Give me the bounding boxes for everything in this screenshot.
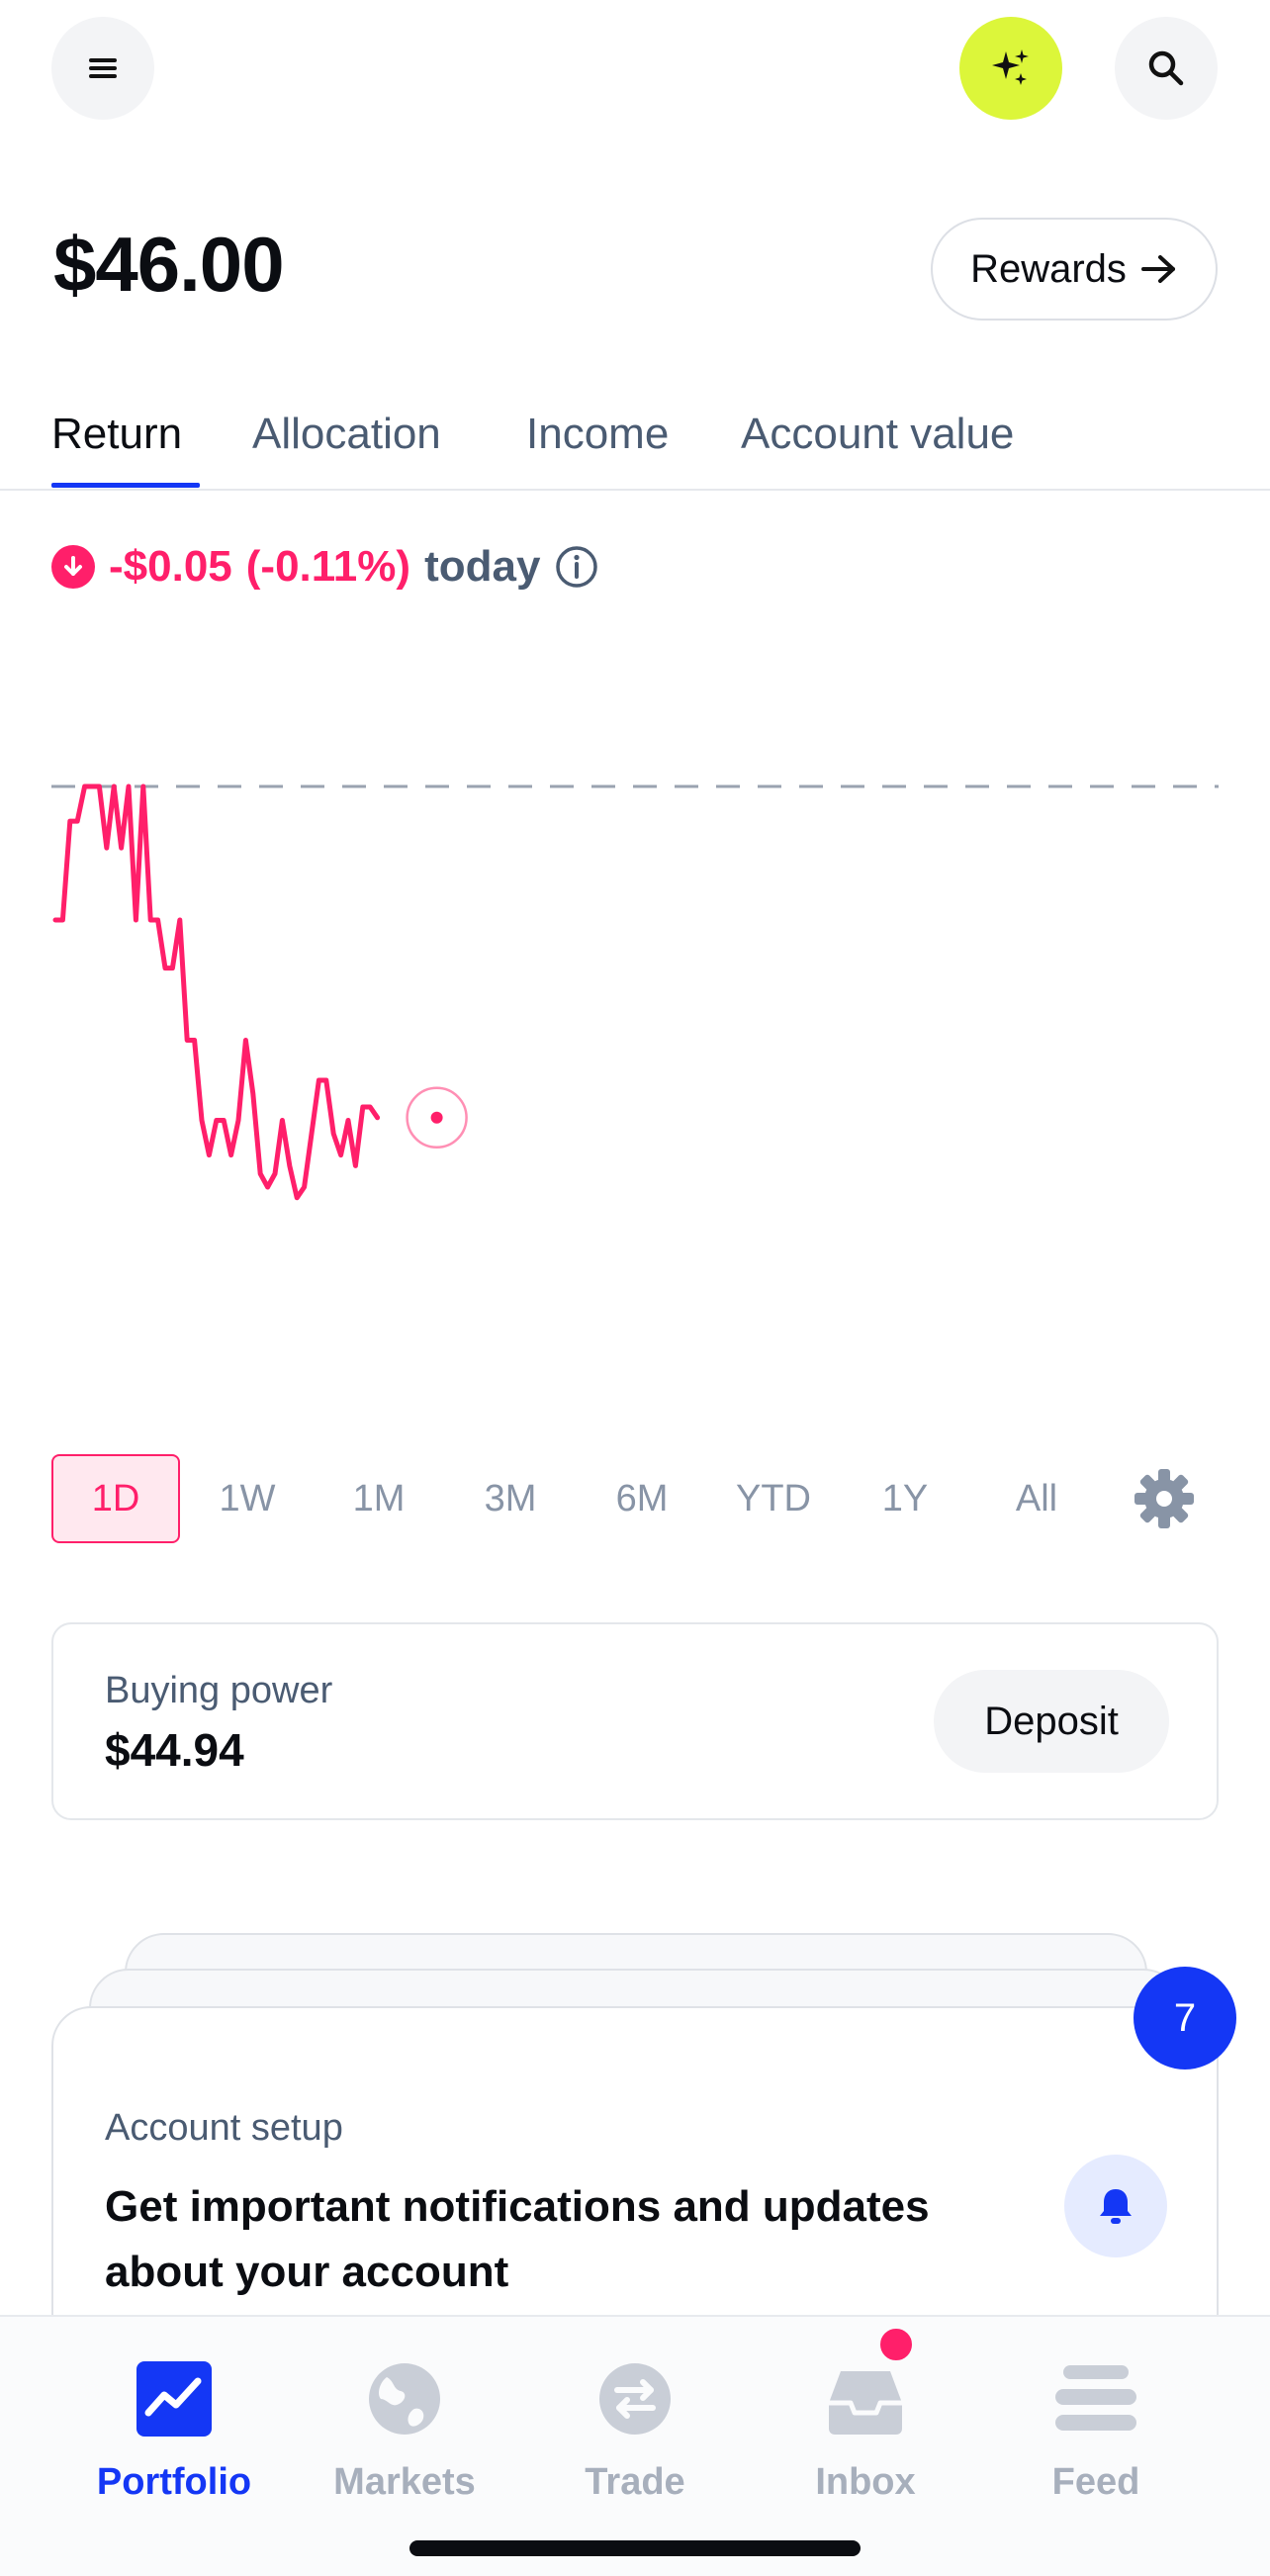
portfolio-tabs: Return Allocation Income Account value [0,396,1270,491]
tab-return[interactable]: Return [51,410,182,459]
tab-income[interactable]: Income [526,410,669,459]
portfolio-chart-icon [132,2356,217,2441]
deposit-button[interactable]: Deposit [934,1670,1169,1773]
change-amount: -$0.05 [109,542,232,591]
change-percent: (-0.11%) [245,542,411,591]
chart-series-line [52,783,381,1201]
feed-lines-icon [1053,2356,1138,2441]
buying-power-label: Buying power [105,1670,333,1711]
globe-icon [362,2356,447,2441]
buying-power-card: Buying power $44.94 Deposit [51,1622,1219,1820]
inbox-tray-icon [823,2356,908,2441]
gear-icon[interactable] [1130,1464,1199,1533]
nav-markets[interactable]: Markets [290,2356,519,2504]
home-indicator [409,2540,861,2556]
bottom-navigation: Portfolio Markets Trade Inbox Feed [0,2315,1270,2576]
hamburger-icon [89,58,117,78]
range-1d[interactable]: 1D [51,1454,180,1543]
nav-markets-label: Markets [333,2461,476,2503]
range-6m[interactable]: 6M [578,1454,706,1543]
return-chart[interactable] [0,692,1270,1385]
range-1w[interactable]: 1W [183,1454,312,1543]
time-range-selector: 1D 1W 1M 3M 6M YTD 1Y All [51,1454,1219,1543]
swap-arrows-icon [592,2356,678,2441]
arrow-right-icon [1140,255,1175,283]
daily-change-row: -$0.05 (-0.11%) today [51,542,599,592]
nav-portfolio[interactable]: Portfolio [59,2356,289,2504]
bell-icon [1100,2189,1132,2224]
down-arrow-icon [51,545,95,589]
range-1m[interactable]: 1M [315,1454,443,1543]
search-button[interactable] [1115,17,1218,120]
nav-feed-label: Feed [1051,2461,1140,2503]
notifications-button[interactable] [1064,2155,1167,2257]
inbox-unread-dot [876,2325,916,2364]
range-1y[interactable]: 1Y [841,1454,969,1543]
account-setup-text: Get important notifications and updates … [105,2182,930,2296]
tab-allocation[interactable]: Allocation [252,410,441,459]
setup-count-badge: 7 [1134,1967,1236,2070]
sparkle-icon [992,49,1029,85]
rewards-label: Rewards [970,246,1127,291]
range-all[interactable]: All [972,1454,1101,1543]
search-icon [1148,50,1184,86]
change-period: today [424,542,541,591]
active-tab-indicator [51,483,200,488]
nav-feed[interactable]: Feed [981,2356,1211,2504]
rewards-button[interactable]: Rewards [931,218,1218,321]
portfolio-balance: $46.00 [53,221,285,308]
nav-trade-label: Trade [585,2461,685,2503]
tab-account-value[interactable]: Account value [741,410,1014,459]
nav-trade[interactable]: Trade [520,2356,750,2504]
nav-portfolio-label: Portfolio [96,2461,252,2503]
nav-inbox-label: Inbox [815,2461,916,2503]
range-ytd[interactable]: YTD [709,1454,838,1543]
menu-button[interactable] [51,17,154,120]
chart-end-marker [430,1111,443,1124]
ai-assistant-button[interactable] [959,17,1062,120]
buying-power-value: $44.94 [105,1724,244,1776]
info-icon[interactable] [554,544,599,590]
nav-inbox[interactable]: Inbox [751,2356,980,2504]
account-setup-label: Account setup [105,2107,343,2149]
range-3m[interactable]: 3M [446,1454,575,1543]
